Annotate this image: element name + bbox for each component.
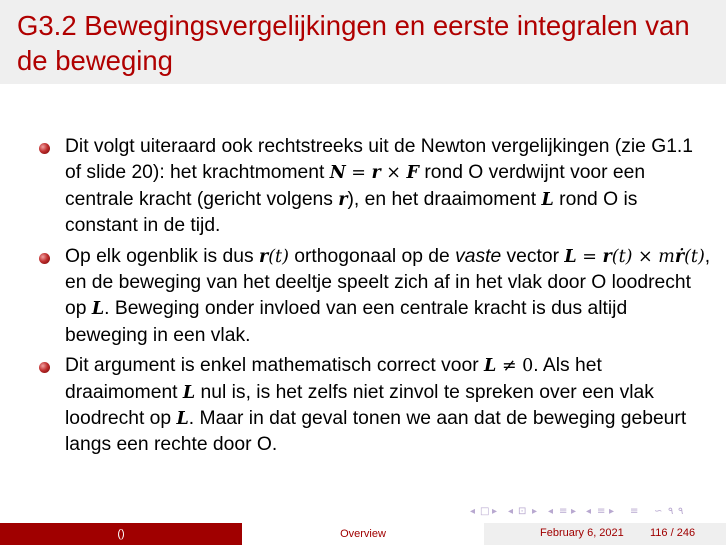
nav-document-icon[interactable]: ≡ bbox=[597, 506, 605, 517]
math-expression: (t) × m bbox=[611, 246, 675, 267]
math-symbol: r bbox=[602, 246, 612, 267]
math-symbol: ṙ bbox=[674, 246, 685, 267]
nav-subsection-icon[interactable]: ⊡ bbox=[518, 506, 526, 517]
nav-section-icon[interactable]: ≡ bbox=[559, 506, 567, 517]
nav-prev-icon[interactable]: ◂ bbox=[586, 506, 591, 517]
text: Op elk ogenblik is dus bbox=[65, 245, 259, 267]
math-operator: × bbox=[380, 163, 407, 184]
nav-next-icon[interactable]: ▸ bbox=[609, 506, 614, 517]
math-symbol: L bbox=[564, 246, 577, 267]
nav-back-icon[interactable]: ∽ bbox=[654, 506, 662, 517]
text: orthogonaal op de bbox=[288, 245, 456, 267]
text: ), en het draaimoment bbox=[347, 188, 542, 210]
footer-section: Overview bbox=[242, 523, 484, 545]
bullet-item-2: Op elk ogenblik is dus r(t) orthogonaal … bbox=[38, 244, 714, 350]
footer-author-label: () bbox=[117, 528, 125, 540]
math-symbol: N bbox=[329, 163, 346, 184]
nav-next-icon[interactable]: ▸ bbox=[571, 506, 576, 517]
bullet-item-1: Dit volgt uiteraard ook rechtstreeks uit… bbox=[38, 134, 714, 240]
nav-prev-icon[interactable]: ◂ bbox=[548, 506, 553, 517]
beamer-navigation: ◂ □ ▸ ◂ ⊡ ▸ ◂ ≡ ▸ ◂ ≡ ▸ ≡ ∽ ۹ ۹ bbox=[470, 506, 720, 520]
math-symbol: r bbox=[371, 163, 381, 184]
bullet-icon bbox=[39, 252, 50, 264]
nav-prev-icon[interactable]: ◂ bbox=[470, 506, 475, 517]
footer-info: February 6, 2021 116 / 246 bbox=[484, 523, 726, 545]
math-symbol: L bbox=[182, 382, 196, 403]
bullet-list: Dit volgt uiteraard ook rechtstreeks uit… bbox=[38, 134, 714, 463]
nav-prev-icon[interactable]: ◂ bbox=[508, 506, 513, 517]
footer-date: February 6, 2021 bbox=[540, 527, 624, 539]
math-symbol: L bbox=[541, 189, 554, 210]
math-symbol: r bbox=[338, 189, 348, 210]
bullet-item-3: Dit argument is enkel mathematisch corre… bbox=[38, 353, 714, 459]
nav-frame-icon[interactable]: □ bbox=[480, 506, 489, 517]
math-symbol: L bbox=[91, 299, 105, 320]
bullet-icon bbox=[39, 362, 50, 374]
math-expression: ≠ 0 bbox=[496, 356, 534, 377]
math-symbol: L bbox=[484, 356, 497, 377]
footer-section-label: Overview bbox=[340, 528, 386, 540]
math-symbol: L bbox=[176, 409, 189, 430]
nav-search-icon[interactable]: ۹ bbox=[668, 506, 673, 517]
nav-next-icon[interactable]: ▸ bbox=[492, 506, 497, 517]
slide-title: G3.2 Bewegingsvergelijkingen en eerste i… bbox=[17, 10, 690, 76]
math-operator: = bbox=[576, 246, 603, 267]
title-bar: G3.2 Bewegingsvergelijkingen en eerste i… bbox=[0, 0, 726, 84]
text: . Beweging onder invloed van een central… bbox=[65, 298, 628, 346]
nav-search-icon[interactable]: ۹ bbox=[678, 506, 683, 517]
nav-appendix-icon[interactable]: ≡ bbox=[630, 506, 638, 517]
footer: () Overview February 6, 2021 116 / 246 bbox=[0, 523, 726, 545]
math-symbol: F bbox=[406, 163, 419, 184]
footer-author: () bbox=[0, 523, 242, 545]
math-operator: = bbox=[345, 163, 372, 184]
text: Dit argument is enkel mathematisch corre… bbox=[65, 355, 484, 377]
bullet-icon bbox=[39, 143, 50, 154]
emphasis-text: vaste bbox=[455, 245, 502, 267]
math-expression: (t) bbox=[268, 246, 289, 267]
text: vector bbox=[501, 245, 565, 267]
footer-page-number: 116 / 246 bbox=[650, 527, 696, 539]
math-expression: (t) bbox=[684, 246, 705, 267]
nav-next-icon[interactable]: ▸ bbox=[532, 506, 537, 517]
math-symbol: r bbox=[259, 246, 269, 267]
